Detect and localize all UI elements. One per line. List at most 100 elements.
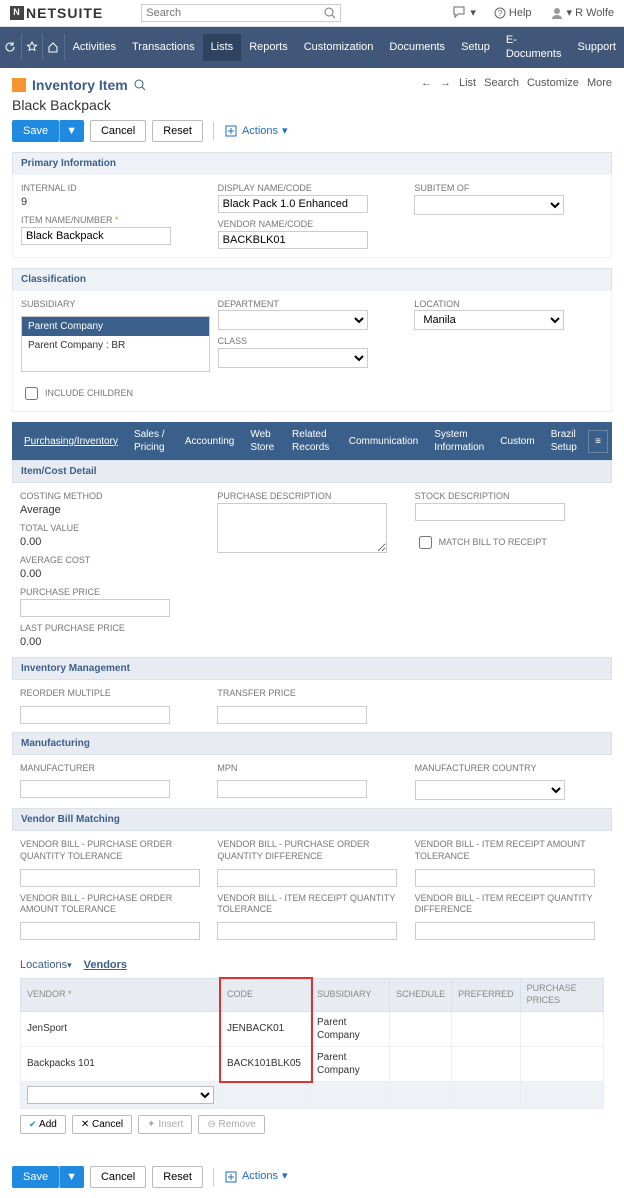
- head-customize[interactable]: Customize: [527, 76, 579, 90]
- input-sd[interactable]: [415, 503, 565, 521]
- home-icon[interactable]: [43, 34, 65, 60]
- nav-transactions[interactable]: Transactions: [124, 34, 203, 60]
- footer-save-dropdown[interactable]: ▼: [59, 1166, 84, 1188]
- svg-text:?: ?: [498, 9, 503, 18]
- select-class[interactable]: [218, 348, 368, 368]
- select-location[interactable]: Manila: [414, 310, 564, 330]
- search-icon[interactable]: [324, 7, 336, 19]
- lbl-vbm5: VENDOR BILL - ITEM RECEIPT QUANTITY DIFF…: [415, 893, 604, 916]
- col-prices: PURCHASE PRICES: [520, 979, 603, 1011]
- input-transfer[interactable]: [217, 706, 367, 724]
- input-vbm0[interactable]: [20, 869, 200, 887]
- input-mpn[interactable]: [217, 780, 367, 798]
- item-icon: [12, 78, 26, 92]
- nav-support[interactable]: Support: [569, 34, 624, 60]
- row-cancel-button[interactable]: ✕ Cancel: [72, 1115, 132, 1134]
- footer-reset-button[interactable]: Reset: [152, 1166, 203, 1188]
- input-item-name[interactable]: [21, 227, 171, 245]
- nav-reports[interactable]: Reports: [241, 34, 296, 60]
- nav-setup[interactable]: Setup: [453, 34, 498, 60]
- tab-accounting[interactable]: Accounting: [177, 429, 242, 454]
- cancel-button[interactable]: Cancel: [90, 120, 146, 142]
- input-reorder[interactable]: [20, 706, 170, 724]
- reset-button[interactable]: Reset: [152, 120, 203, 142]
- input-vbm2[interactable]: [415, 869, 595, 887]
- lbl-costing: COSTING METHOD: [20, 491, 209, 503]
- section-inventory: Inventory Management: [12, 657, 612, 680]
- nav-lists[interactable]: Lists: [203, 34, 242, 60]
- save-button[interactable]: Save: [12, 120, 59, 142]
- save-dropdown[interactable]: ▼: [59, 120, 84, 142]
- footer-actions-menu[interactable]: Actions▾: [224, 1169, 288, 1183]
- include-children-check[interactable]: INCLUDE CHILDREN: [21, 384, 210, 403]
- subtab-locations[interactable]: Locations▾: [20, 958, 72, 972]
- head-list[interactable]: List: [459, 76, 476, 90]
- next-arrow-icon[interactable]: →: [440, 76, 451, 90]
- lbl-internal-id: INTERNAL ID: [21, 183, 210, 195]
- col-preferred: PREFERRED: [452, 979, 521, 1011]
- subsidiary-list[interactable]: Parent Company Parent Company : BR: [21, 316, 210, 372]
- input-mfr[interactable]: [20, 780, 170, 798]
- col-sub: SUBSIDIARY: [311, 979, 390, 1011]
- feedback-icon[interactable]: ▾: [453, 6, 476, 20]
- lbl-vbm0: VENDOR BILL - PURCHASE ORDER QUANTITY TO…: [20, 839, 209, 862]
- nav-documents[interactable]: Documents: [381, 34, 453, 60]
- tab-purchasing[interactable]: Purchasing/Inventory: [16, 429, 126, 454]
- nav-activities[interactable]: Activities: [65, 34, 124, 60]
- input-vbm3[interactable]: [20, 922, 200, 940]
- tab-brazil[interactable]: Brazil Setup: [543, 422, 588, 460]
- val-avg: 0.00: [20, 567, 209, 581]
- lbl-sd: STOCK DESCRIPTION: [415, 491, 604, 503]
- match-bill-box[interactable]: [419, 536, 432, 549]
- select-mfr-country[interactable]: [415, 780, 565, 800]
- tab-sysinfo[interactable]: System Information: [426, 422, 492, 460]
- footer-cancel-button[interactable]: Cancel: [90, 1166, 146, 1188]
- nav-customization[interactable]: Customization: [296, 34, 382, 60]
- tab-sales[interactable]: Sales / Pricing: [126, 422, 177, 460]
- tab-related[interactable]: Related Records: [284, 422, 341, 460]
- tabs-menu-icon[interactable]: ≡: [588, 430, 608, 453]
- global-search-input[interactable]: [141, 4, 341, 22]
- table-new-row[interactable]: [21, 1081, 604, 1108]
- include-children-box[interactable]: [25, 387, 38, 400]
- row-remove-button[interactable]: ⊖ Remove: [198, 1115, 264, 1134]
- input-vbm1[interactable]: [217, 869, 397, 887]
- match-bill-check[interactable]: MATCH BILL TO RECEIPT: [415, 533, 604, 552]
- user-menu[interactable]: ▾ R Wolfe: [550, 6, 614, 20]
- vendors-table: VENDOR CODE SUBSIDIARY SCHEDULE PREFERRE…: [20, 978, 604, 1108]
- tab-custom[interactable]: Custom: [492, 429, 542, 454]
- input-pd[interactable]: [217, 503, 387, 553]
- lbl-pp: PURCHASE PRICE: [20, 587, 209, 599]
- col-vendor: VENDOR: [27, 989, 72, 999]
- table-row[interactable]: JenSportJENBACK01Parent Company: [21, 1011, 604, 1046]
- input-vendor-code[interactable]: [218, 231, 368, 249]
- head-search[interactable]: Search: [484, 76, 519, 90]
- row-add-button[interactable]: Add: [20, 1115, 66, 1134]
- star-icon[interactable]: [22, 34, 44, 60]
- lbl-item-name: ITEM NAME/NUMBER: [21, 215, 210, 227]
- new-vendor-select[interactable]: [27, 1086, 214, 1104]
- section-vbm: Vendor Bill Matching: [12, 808, 612, 831]
- input-vbm4[interactable]: [217, 922, 397, 940]
- input-vbm5[interactable]: [415, 922, 595, 940]
- nav-edocuments[interactable]: E-Documents: [498, 27, 570, 68]
- select-subitem[interactable]: [414, 195, 564, 215]
- subs-item-1[interactable]: Parent Company: [22, 317, 209, 336]
- tab-comm[interactable]: Communication: [341, 429, 426, 454]
- table-row[interactable]: Backpacks 101BACK101BLK05Parent Company: [21, 1046, 604, 1081]
- tab-webstore[interactable]: Web Store: [242, 422, 284, 460]
- select-dept[interactable]: [218, 310, 368, 330]
- subtab-vendors[interactable]: Vendors: [84, 958, 127, 972]
- footer-save-button[interactable]: Save: [12, 1166, 59, 1188]
- row-insert-button[interactable]: ✦ Insert: [138, 1115, 192, 1134]
- head-more[interactable]: More: [587, 76, 612, 90]
- help-link[interactable]: ? Help: [494, 6, 532, 20]
- refresh-icon[interactable]: [0, 34, 22, 60]
- subs-item-2[interactable]: Parent Company : BR: [22, 336, 209, 355]
- title-search-icon[interactable]: [134, 79, 146, 91]
- input-pp[interactable]: [20, 599, 170, 617]
- input-display[interactable]: [218, 195, 368, 213]
- prev-arrow-icon[interactable]: ←: [421, 76, 432, 90]
- lbl-vbm3: VENDOR BILL - PURCHASE ORDER AMOUNT TOLE…: [20, 893, 209, 916]
- actions-menu[interactable]: Actions▾: [224, 124, 288, 138]
